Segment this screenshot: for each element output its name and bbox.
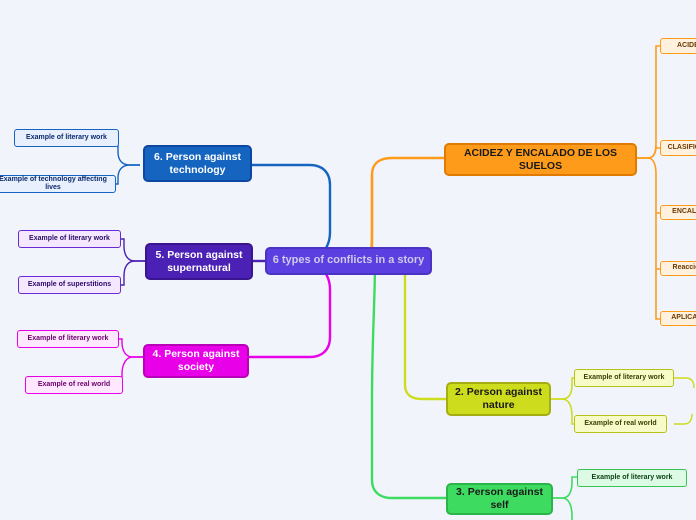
leaf-nature-1[interactable]: Example of literary work	[574, 369, 674, 387]
leaf-society-2[interactable]: Example of real world	[25, 376, 123, 394]
link-acidez-leaf3	[637, 157, 660, 214]
branch-supernatural[interactable]: 5. Person against supernatural	[145, 243, 253, 280]
leaf-acidez-1[interactable]: ACIDEZ	[660, 38, 696, 54]
branch-nature[interactable]: 2. Person against nature	[446, 382, 551, 416]
link-nature-leaf1	[551, 377, 574, 400]
link-acidez-leaf4	[655, 213, 660, 270]
link-tech-leaf1	[117, 138, 140, 166]
link-self-leaf1	[553, 476, 577, 499]
link-nature-leaf2-sub	[674, 413, 693, 425]
link-tech-leaf2	[116, 164, 140, 185]
link-acidez-leaf5	[655, 269, 660, 320]
leaf-technology-2[interactable]: Example of technology affecting lives	[0, 175, 116, 193]
leaf-technology-1[interactable]: Example of literary work	[14, 129, 119, 147]
link-center-society	[245, 259, 332, 359]
link-nature-leaf1-sub	[674, 377, 695, 389]
link-center-nature	[403, 259, 446, 401]
link-super-leaf1	[121, 238, 145, 262]
link-society-leaf1	[119, 338, 143, 358]
leaf-nature-2[interactable]: Example of real world	[574, 415, 667, 433]
branch-society[interactable]: 4. Person against society	[143, 344, 249, 378]
central-topic[interactable]: 6 types of conflicts in a story	[265, 247, 432, 275]
link-nature-leaf2	[551, 398, 574, 425]
link-self-leaf2	[553, 497, 573, 520]
leaf-self-1[interactable]: Example of literary work	[577, 469, 687, 487]
branch-technology[interactable]: 6. Person against technology	[143, 145, 252, 182]
link-super-leaf2	[121, 260, 145, 286]
leaf-acidez-2[interactable]: CLASIFICACION	[660, 140, 696, 156]
link-acidez-leaf1	[637, 45, 660, 159]
leaf-acidez-4[interactable]: Reacciones	[660, 261, 696, 276]
leaf-society-1[interactable]: Example of literary work	[17, 330, 119, 348]
link-acidez-leaf2	[637, 145, 660, 159]
link-center-self	[370, 259, 446, 500]
branch-acidez[interactable]: ACIDEZ Y ENCALADO DE LOS SUELOS	[444, 143, 637, 176]
leaf-acidez-3[interactable]: ENCALADO	[660, 205, 696, 220]
branch-self[interactable]: 3. Person against self	[446, 483, 553, 515]
mindmap-canvas: 6 types of conflicts in a story 6. Perso…	[0, 0, 696, 520]
leaf-acidez-5[interactable]: APLICACION	[660, 311, 696, 326]
link-society-leaf2	[121, 356, 143, 386]
leaf-supernatural-2[interactable]: Example of superstitions	[18, 276, 121, 294]
leaf-supernatural-1[interactable]: Example of literary work	[18, 230, 121, 248]
